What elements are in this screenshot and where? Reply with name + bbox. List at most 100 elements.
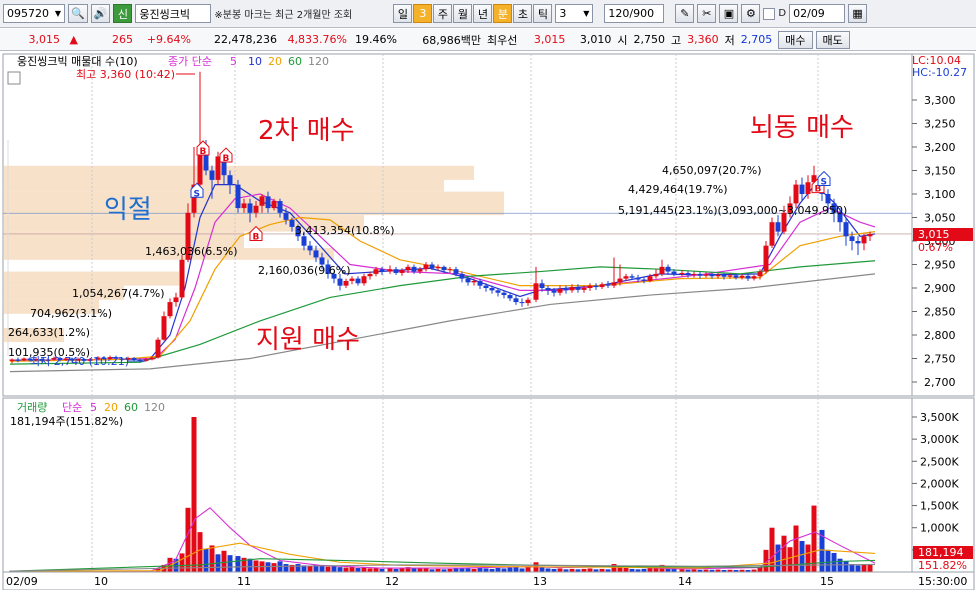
candle-body — [254, 206, 259, 213]
candle-body — [424, 265, 429, 270]
candle-body — [728, 275, 733, 276]
volume-bar — [862, 564, 867, 572]
tab-n-min[interactable]: 3 — [413, 4, 432, 23]
calendar-button[interactable]: ▦ — [848, 4, 867, 23]
ma10-legend: 10 — [248, 55, 262, 68]
tab-month[interactable]: 월 — [453, 4, 472, 23]
candle-body — [460, 274, 465, 279]
volume-bar — [418, 568, 423, 572]
candle-body — [356, 279, 361, 284]
stock-code-field[interactable]: 095720▼ — [3, 4, 65, 23]
current-volume-pct: 151.82% — [918, 559, 967, 572]
date-checkbox[interactable] — [763, 8, 775, 20]
best-label: 최우선 — [484, 32, 520, 48]
toolbar: 095720▼ 🔍 🔊 신 웅진씽크빅 ※분봉 마크는 최근 2개월만 조회 일… — [0, 0, 976, 28]
volume-bar — [782, 536, 787, 572]
candle-body — [436, 267, 441, 268]
save-button[interactable]: ▣ — [719, 4, 738, 23]
turnover-rate: 19.46% — [350, 33, 400, 46]
scissors-button[interactable]: ✂ — [697, 4, 716, 23]
price-tick-label: 3,200 — [924, 141, 956, 154]
current-price: 3,015 ▲ — [0, 33, 84, 46]
stock-name-field[interactable]: 웅진씽크빅 — [135, 4, 211, 23]
candle-body — [380, 269, 385, 271]
volume-ratio: 4,833.76% — [280, 33, 350, 46]
high-price: 3,360 — [684, 33, 722, 46]
tab-day[interactable]: 일 — [393, 4, 412, 23]
candle-body — [374, 269, 379, 274]
sell-button[interactable]: 매도 — [816, 31, 850, 49]
price-legend-name: 웅진씽크빅 매물대 수(10) — [17, 55, 138, 68]
signal-label: S — [194, 189, 200, 199]
candle-body — [740, 276, 745, 278]
price-tick-label: 2,750 — [924, 353, 956, 366]
candle-body — [302, 236, 307, 245]
buy-button[interactable]: 매수 — [778, 31, 812, 49]
volume-bar — [812, 506, 817, 572]
tab-year[interactable]: 년 — [473, 4, 492, 23]
volume-bar — [332, 566, 337, 572]
candle-body — [162, 316, 167, 340]
candle-body — [314, 250, 319, 257]
candle-body — [210, 171, 215, 180]
candle-body — [168, 302, 173, 316]
legend-checkbox[interactable] — [8, 72, 20, 84]
search-icon: 🔍 — [71, 7, 85, 20]
tab-second[interactable]: 초 — [513, 4, 532, 23]
candle-body — [344, 281, 349, 286]
tab-tick[interactable]: 틱 — [533, 4, 552, 23]
candle-body — [132, 358, 137, 360]
candle-body — [394, 269, 399, 273]
volume-value: 181,194주(151.82%) — [10, 415, 123, 428]
candle-body — [418, 269, 423, 271]
max-note: 최고 3,360 (10:42) — [76, 68, 175, 81]
candle-body — [746, 276, 751, 279]
profile-label: 5,191,445(23.1%)(3,093,000~3,049,950) — [618, 204, 847, 217]
scissors-icon: ✂ — [702, 7, 711, 20]
volume-bar — [454, 568, 459, 572]
trade-amount: 68,986백만 — [400, 32, 484, 48]
volume-bar — [800, 541, 805, 572]
ma5-legend: 5 — [230, 55, 237, 68]
volume-bar — [350, 567, 355, 572]
volume-bar — [648, 568, 653, 572]
profile-label: 4,429,464(19.7%) — [628, 183, 728, 196]
candle-body — [600, 284, 605, 287]
candle-body — [478, 281, 483, 286]
tab-week[interactable]: 주 — [433, 4, 452, 23]
volume-bar — [806, 545, 811, 572]
chart-svg[interactable]: 4,650,097(20.7%)4,429,464(19.7%)5,191,44… — [0, 52, 976, 590]
volume-bar — [514, 567, 519, 572]
chart-area[interactable]: 4,650,097(20.7%)4,429,464(19.7%)5,191,44… — [0, 52, 976, 590]
x-axis-label: 15 — [820, 575, 834, 588]
tab-minute[interactable]: 분 — [493, 4, 512, 23]
candle — [180, 255, 185, 298]
candle-body — [612, 282, 617, 285]
period-value-select[interactable]: 3▼ — [555, 4, 593, 23]
tools-button[interactable]: ✎ — [675, 4, 694, 23]
count-field[interactable]: 120/900 — [604, 4, 664, 23]
volume-bar — [296, 564, 301, 572]
speaker-button[interactable]: 🔊 — [91, 4, 111, 23]
settings-button[interactable]: ⚙ — [741, 4, 760, 23]
volume-bar — [248, 559, 253, 572]
candle-body — [514, 298, 519, 302]
volume-bar — [868, 564, 873, 572]
candle-body — [260, 196, 265, 205]
candle-body — [716, 275, 721, 276]
volume-bar — [192, 417, 197, 572]
candle-body — [850, 236, 855, 241]
candle-body — [16, 359, 21, 360]
candle-body — [776, 222, 781, 231]
candle-body — [236, 185, 241, 209]
marquee-text: ※분봉 마크는 최근 2개월만 조회 — [214, 6, 384, 21]
candle-body — [672, 272, 677, 274]
volume-bar — [374, 568, 379, 572]
search-button[interactable]: 🔍 — [68, 4, 88, 23]
dropdown-arrow-icon: ▼ — [55, 9, 61, 18]
price-tick-label: 3,150 — [924, 165, 956, 178]
date-field[interactable]: 02/09 — [789, 4, 845, 23]
open-price: 2,750 — [631, 33, 669, 46]
low-price: 2,705 — [738, 33, 776, 46]
volume-bar — [826, 550, 831, 572]
